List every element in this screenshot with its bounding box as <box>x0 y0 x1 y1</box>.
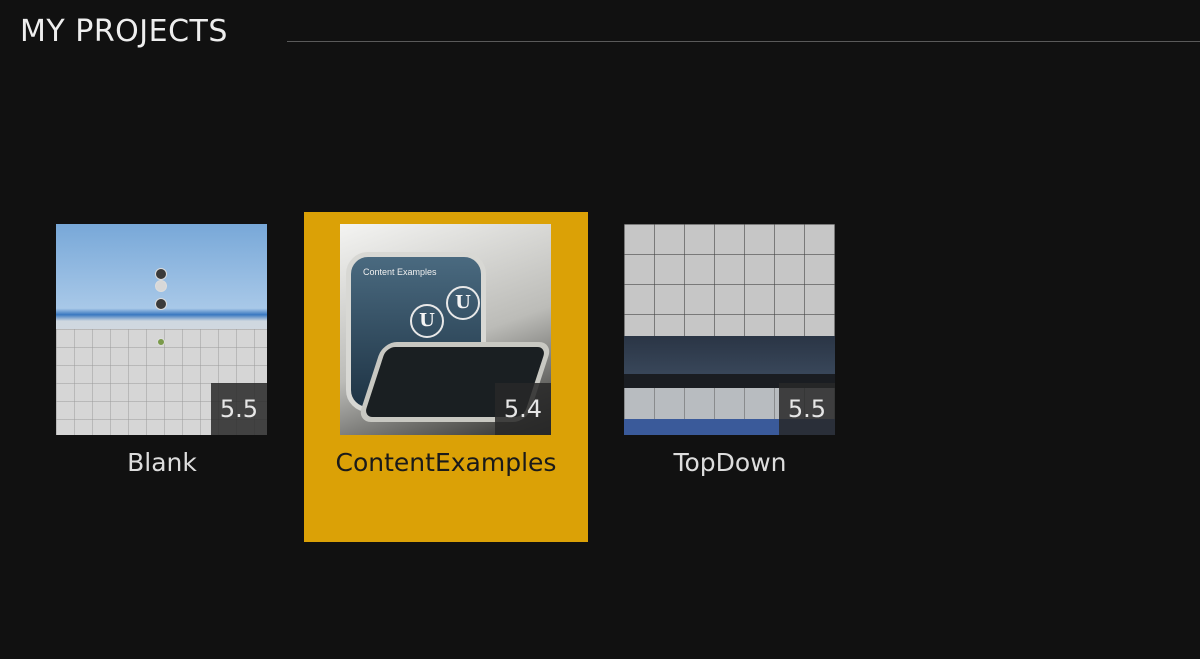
title-divider <box>287 41 1200 42</box>
unreal-logo-icon: U <box>410 304 444 338</box>
project-browser: MY PROJECTS 5.5 Blank Content Examples U… <box>0 0 1200 659</box>
project-thumbnail: 5.5 <box>56 224 267 435</box>
project-tile-contentexamples[interactable]: Content Examples U U 5.4 ContentExamples <box>304 212 588 542</box>
project-name: Blank <box>127 448 197 477</box>
engine-version-badge: 5.4 <box>495 383 551 435</box>
engine-version-badge: 5.5 <box>779 383 835 435</box>
engine-version-badge: 5.5 <box>211 383 267 435</box>
section-title: MY PROJECTS <box>20 14 228 49</box>
thumbnail-heading: Content Examples <box>363 267 437 277</box>
project-thumbnail: 5.5 <box>624 224 835 435</box>
unreal-logo-icon: U <box>446 286 480 320</box>
project-tile-blank[interactable]: 5.5 Blank <box>20 212 304 542</box>
project-name: ContentExamples <box>335 448 557 477</box>
project-name: TopDown <box>673 448 787 477</box>
project-tile-topdown[interactable]: 5.5 TopDown <box>588 212 872 542</box>
project-thumbnail: Content Examples U U 5.4 <box>340 224 551 435</box>
